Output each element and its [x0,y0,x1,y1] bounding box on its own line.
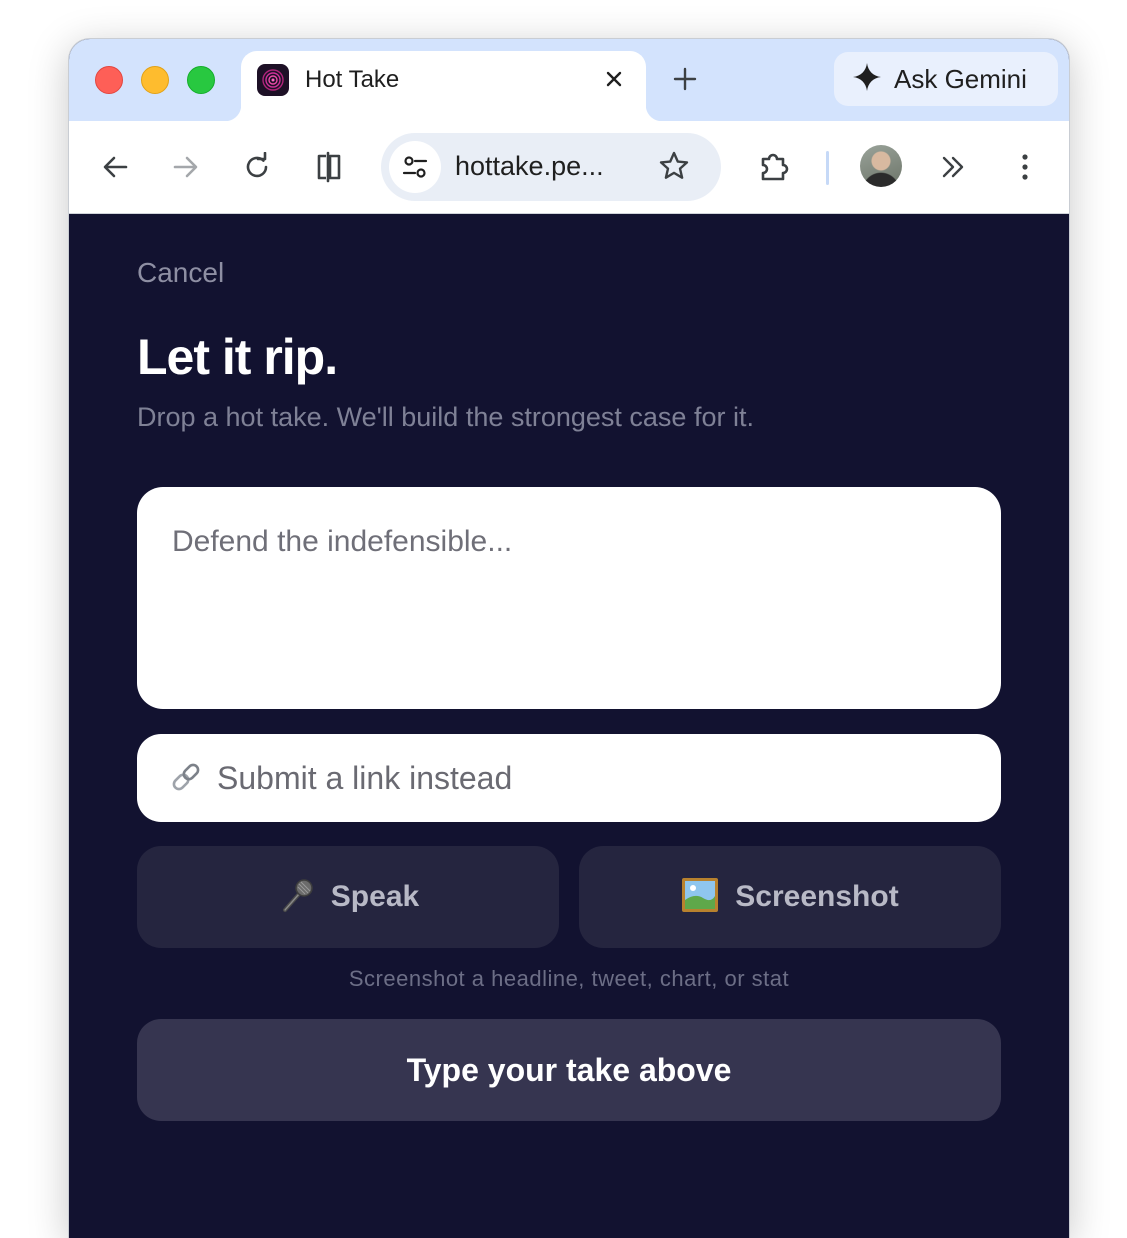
screenshot-button[interactable]: Screenshot [579,846,1001,948]
browser-window: Hot Take Ask Gemini hottake.pe... Cancel… [68,38,1070,1238]
address-bar[interactable]: hottake.pe... [381,133,721,201]
page-content: Cancel Let it rip. Drop a hot take. We'l… [69,214,1069,1238]
kebab-menu-icon[interactable] [1007,149,1043,185]
microphone-icon [277,876,315,919]
tune-icon[interactable] [389,141,441,193]
take-input[interactable] [137,487,1001,709]
tab-hot-take[interactable]: Hot Take [225,51,662,121]
tab-strip: Hot Take Ask Gemini [69,39,1069,121]
speak-label: Speak [330,880,420,913]
arrow-right-icon[interactable] [168,149,204,185]
toolbar-divider [826,151,829,185]
speak-button[interactable]: Speak [137,846,559,948]
maximize-window-button[interactable] [187,66,215,94]
url-text: hottake.pe... [455,151,604,181]
page-title: Let it rip. [137,329,338,385]
close-icon[interactable] [600,65,628,93]
submit-take-button[interactable]: Type your take above [137,1019,1001,1121]
ask-gemini-button[interactable]: Ask Gemini [834,52,1058,106]
hot-take-favicon-icon [257,64,289,96]
cancel-link[interactable]: Cancel [137,257,224,289]
puzzle-icon[interactable] [756,149,792,185]
link-icon [169,760,203,794]
close-window-button[interactable] [95,66,123,94]
reload-icon[interactable] [239,149,275,185]
chevron-double-right-icon[interactable] [935,149,971,185]
screenshot-label: Screenshot [735,880,899,913]
star-icon[interactable] [657,149,691,183]
arrow-left-icon[interactable] [97,149,133,185]
screenshot-hint: Screenshot a headline, tweet, chart, or … [348,966,790,991]
tab-title: Hot Take [305,66,400,93]
framed-picture-icon [681,876,719,919]
split-view-icon[interactable] [311,149,347,185]
browser-toolbar: hottake.pe... [69,121,1069,214]
page-subtitle: Drop a hot take. We'll build the stronge… [137,402,754,432]
gemini-sparkle-icon [852,62,882,97]
minimize-window-button[interactable] [141,66,169,94]
link-input[interactable] [217,734,977,822]
plus-icon[interactable] [669,63,701,95]
ask-gemini-label: Ask Gemini [894,63,1027,94]
link-field[interactable] [137,734,1001,822]
profile-avatar[interactable] [860,145,902,187]
